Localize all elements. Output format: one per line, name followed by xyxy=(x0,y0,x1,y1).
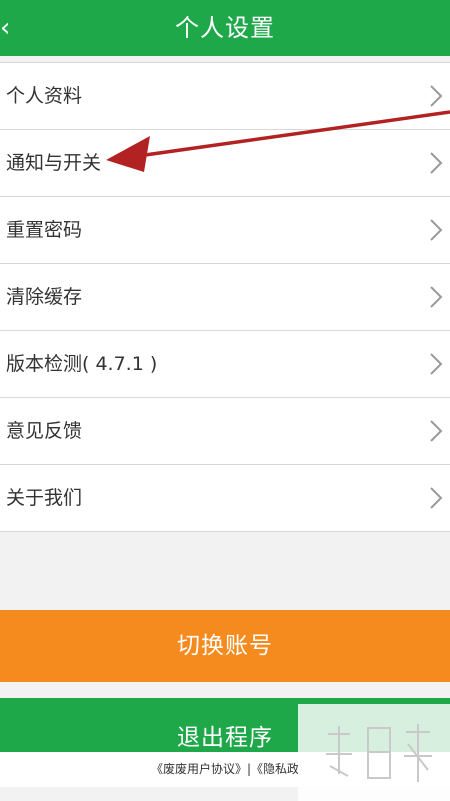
menu-item-feedback[interactable]: 意见反馈 xyxy=(0,398,450,465)
menu-item-label: 清除缓存 xyxy=(6,286,83,308)
menu-item-label: 个人资料 xyxy=(6,85,83,107)
chevron-right-icon xyxy=(430,487,443,509)
menu-item-about-us[interactable]: 关于我们 xyxy=(0,465,450,532)
menu-item-profile[interactable]: 个人资料 xyxy=(0,63,450,130)
app-header: ‹ 个人设置 xyxy=(0,0,450,56)
chevron-right-icon xyxy=(430,353,443,375)
menu-item-label: 版本检测( 4.7.1 ) xyxy=(6,353,158,375)
menu-item-clear-cache[interactable]: 清除缓存 xyxy=(0,264,450,331)
chevron-right-icon xyxy=(430,286,443,308)
chevron-right-icon xyxy=(430,219,443,241)
page-title: 个人设置 xyxy=(175,14,275,42)
chevron-right-icon xyxy=(430,85,443,107)
menu-item-notifications[interactable]: 通知与开关 xyxy=(0,130,450,197)
menu-item-reset-password[interactable]: 重置密码 xyxy=(0,197,450,264)
menu-item-label: 重置密码 xyxy=(6,219,83,241)
switch-account-button[interactable]: 切换账号 xyxy=(0,610,450,682)
watermark-glyph xyxy=(326,724,432,782)
menu-item-label: 意见反馈 xyxy=(6,420,83,442)
settings-menu: 个人资料 通知与开关 重置密码 清除缓存 版本检测( 4.7.1 ) 意见反馈 xyxy=(0,62,450,532)
watermark-overlay xyxy=(298,704,450,801)
menu-item-label: 关于我们 xyxy=(6,487,83,509)
chevron-right-icon xyxy=(430,152,443,174)
chevron-right-icon xyxy=(430,420,443,442)
menu-item-label: 通知与开关 xyxy=(6,152,102,174)
menu-item-version-check[interactable]: 版本检测( 4.7.1 ) xyxy=(0,331,450,398)
